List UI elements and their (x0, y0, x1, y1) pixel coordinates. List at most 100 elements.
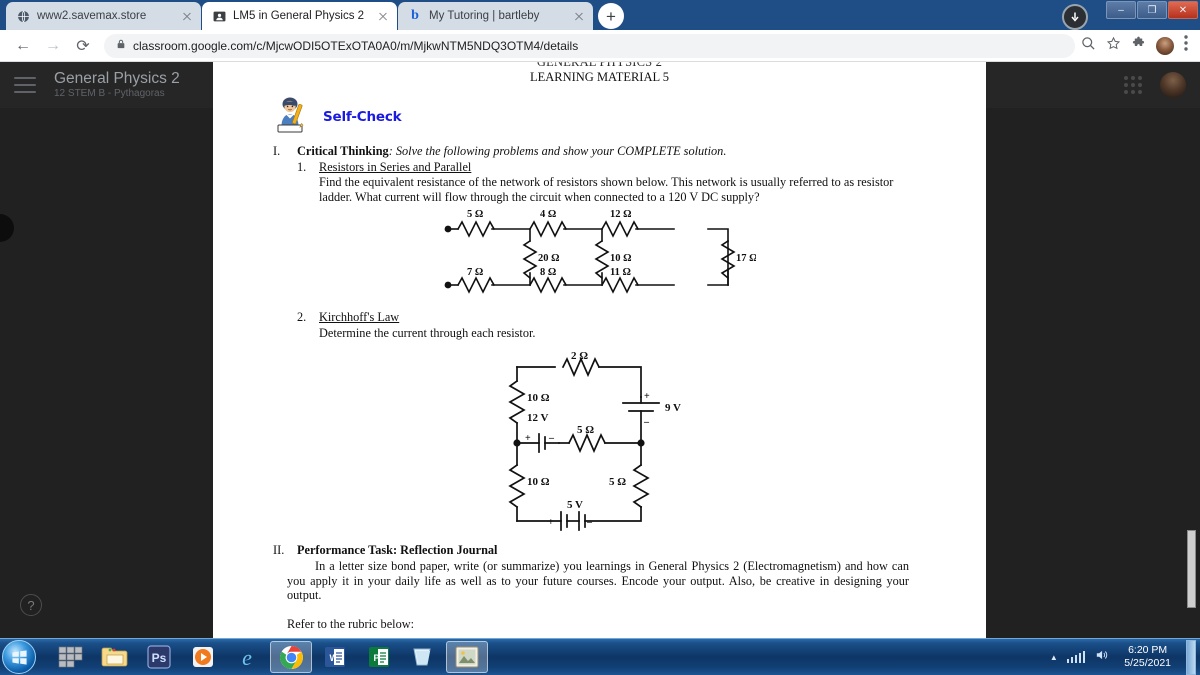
problem-2-body: Determine the current through each resis… (319, 325, 536, 340)
doc-header-line2: LEARNING MATERIAL 5 (529, 70, 670, 84)
document-header: GENERAL PHYSICS 2 LEARNING MATERIAL 5 (213, 62, 986, 85)
section-two-heading: Performance Task: Reflection Journal (297, 542, 498, 557)
polarity-plus-bottom: + (548, 517, 554, 528)
polarity-plus-right: + (644, 391, 650, 402)
terminal-dot-bottom (444, 281, 452, 289)
classroom-icon (212, 9, 226, 23)
rubric-note: Refer to the rubric below: (287, 616, 415, 631)
reload-icon[interactable]: ⟳ (68, 32, 98, 60)
problem-1-body: Find the equivalent resistance of the ne… (319, 175, 894, 204)
close-window-button[interactable]: ✕ (1168, 1, 1198, 19)
label-right-battery: 9 V (665, 402, 681, 414)
omnibox-toolbar: ← → ⟳ classroom.google.com/c/MjcwODI5OTE… (0, 30, 1200, 62)
kirchhoff-diagram: 2 Ω 10 Ω 12 V 5 Ω 9 V 10 Ω 5 Ω 5 V + – + (508, 350, 681, 531)
photoshop-app-icon[interactable]: Ps (138, 641, 180, 673)
start-button[interactable] (2, 640, 36, 674)
omnibox-icons (1081, 35, 1192, 56)
hamburger-menu-icon[interactable] (14, 77, 36, 93)
zoom-icon[interactable] (1081, 36, 1096, 56)
network-signal-icon[interactable] (1066, 651, 1086, 663)
extensions-puzzle-icon[interactable] (1131, 36, 1146, 56)
polarity-minus-right: – (643, 417, 650, 428)
clock-date: 5/25/2021 (1124, 657, 1171, 669)
problem-2: 2. Kirchhoff's Law Determine the current… (297, 310, 909, 340)
address-bar[interactable]: classroom.google.com/c/MjcwODI5OTExOTA0A… (104, 33, 1075, 58)
back-icon[interactable]: ← (8, 32, 38, 60)
chrome-menu-icon[interactable] (1184, 35, 1188, 56)
bookmark-star-icon[interactable] (1106, 36, 1121, 56)
show-desktop-button[interactable] (1186, 639, 1196, 675)
media-player-app-icon[interactable] (182, 641, 224, 673)
bartleby-b-icon: b (411, 8, 419, 23)
close-icon[interactable] (571, 8, 587, 24)
node-dot-right (637, 438, 645, 447)
tab-strip: www2.savemax.store LM5 in General Physic… (0, 0, 1200, 30)
close-icon[interactable] (375, 8, 391, 24)
publisher-app-icon[interactable]: P (358, 641, 400, 673)
section-one: I. Critical Thinking: Solve the followin… (273, 144, 909, 159)
internet-explorer-app-icon[interactable]: e (226, 641, 268, 673)
google-apps-grid-icon[interactable] (1124, 76, 1142, 94)
photo-viewer-app-icon[interactable] (446, 641, 488, 673)
course-title: General Physics 2 (54, 70, 180, 87)
file-explorer-icon[interactable] (94, 641, 136, 673)
minimize-button[interactable]: – (1106, 1, 1136, 19)
section-one-heading-bold: Critical Thinking (297, 144, 389, 158)
help-button[interactable]: ? (20, 594, 42, 616)
document-preview: GENERAL PHYSICS 2 LEARNING MATERIAL 5 Se… (213, 62, 986, 638)
tab-title: LM5 in General Physics 2 (233, 10, 365, 22)
selfcheck-banner: Self-Check (275, 96, 986, 138)
close-icon[interactable] (179, 8, 195, 24)
label-r-vert-2: 10 Ω (610, 253, 632, 264)
svg-text:Ps: Ps (152, 651, 167, 665)
svg-text:P: P (374, 653, 380, 663)
volume-icon[interactable] (1094, 648, 1109, 667)
new-tab-button[interactable]: + (598, 3, 624, 29)
windows-taskbar: Ps e W P ▲ 6:20 PM 5/25/2021 (0, 638, 1200, 675)
section-two: II. Performance Task: Reflection Journal (273, 543, 909, 558)
classroom-page: General Physics 2 12 STEM B - Pythagoras… (0, 62, 1200, 638)
show-hidden-icons-button[interactable]: ▲ (1050, 653, 1058, 662)
label-r-vert-3: 17 Ω (736, 253, 756, 264)
label-r-bot-2: 8 Ω (540, 267, 556, 278)
section-one-heading: Critical Thinking: Solve the following p… (297, 144, 726, 159)
label-top-resistor: 2 Ω (571, 350, 588, 362)
polarity-plus-left: + (525, 433, 531, 444)
resistor-ladder-diagram: 5 Ω 4 Ω 12 Ω 20 Ω 10 Ω 17 Ω 7 Ω 8 Ω 11 Ω (444, 209, 756, 295)
label-left-battery: 12 V (527, 412, 549, 424)
browser-tab-3[interactable]: b My Tutoring | bartleby (398, 2, 593, 30)
problem-1-title: Resistors in Series and Parallel (319, 159, 472, 174)
restore-button[interactable]: ❐ (1137, 1, 1167, 19)
problem-1-number: 1. (297, 159, 307, 174)
label-left-lower-resistor: 10 Ω (527, 476, 550, 488)
previous-page-button[interactable] (0, 214, 14, 242)
lock-icon (116, 38, 126, 53)
section-one-numeral: I. (273, 144, 281, 158)
calculator-app-icon[interactable] (50, 641, 92, 673)
selfcheck-label: Self-Check (323, 109, 402, 125)
tab-title: www2.savemax.store (37, 10, 147, 22)
sticky-notes-app-icon[interactable] (402, 641, 444, 673)
student-writing-icon (277, 97, 304, 133)
profile-avatar[interactable] (1156, 36, 1174, 55)
tab-title: My Tutoring | bartleby (429, 10, 540, 22)
polarity-minus-left: – (548, 433, 555, 444)
problem-1: 1. Resistors in Series and Parallel Find… (297, 160, 909, 205)
browser-tab-2[interactable]: LM5 in General Physics 2 (202, 2, 397, 30)
section-one-heading-rest: : Solve the following problems and show … (388, 144, 727, 158)
section-two-body: In a letter size bond paper, write (or s… (287, 559, 909, 603)
label-r-top-1: 5 Ω (467, 209, 483, 220)
chrome-app-icon[interactable] (270, 641, 312, 673)
label-bottom-battery: 5 V (567, 499, 583, 511)
taskbar-clock[interactable]: 6:20 PM 5/25/2021 (1118, 644, 1177, 670)
download-badge-icon[interactable] (1062, 4, 1088, 30)
browser-tab-1[interactable]: www2.savemax.store (6, 2, 201, 30)
vertical-scrollbar-thumb[interactable] (1187, 530, 1196, 608)
forward-icon[interactable]: → (38, 32, 68, 60)
course-heading: General Physics 2 12 STEM B - Pythagoras (54, 70, 180, 100)
word-app-icon[interactable]: W (314, 641, 356, 673)
account-avatar[interactable] (1160, 72, 1186, 98)
label-r-top-2: 4 Ω (540, 209, 556, 220)
label-left-upper-resistor: 10 Ω (527, 392, 550, 404)
doc-header-line1: GENERAL PHYSICS 2 (536, 62, 663, 69)
